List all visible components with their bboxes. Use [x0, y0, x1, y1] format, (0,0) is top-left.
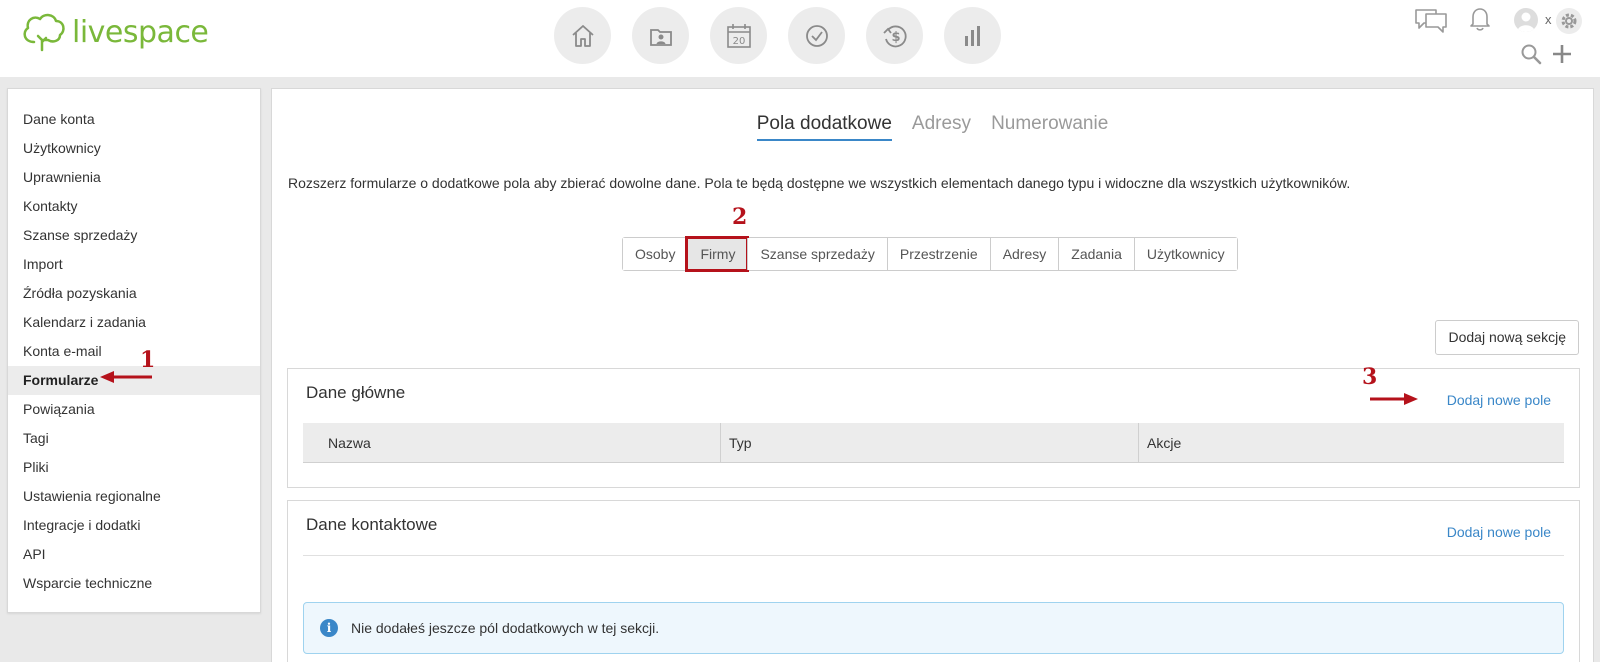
sidebar-item[interactable]: API	[8, 540, 260, 569]
logo[interactable]: livespace	[20, 12, 209, 52]
settings-sidebar: Dane konta Użytkownicy Uprawnienia Kontakty…	[7, 88, 261, 613]
entity-type-selector: Osoby Firmy Szanse sprzedaży Przestrzenie Ad…	[622, 236, 1238, 272]
entity-type-button[interactable]: Szanse sprzedaży	[747, 238, 887, 270]
sidebar-item[interactable]: Kalendarz i zadania	[8, 308, 260, 337]
info-message: Nie dodałeś jeszcze pól dodatkowych w te…	[351, 620, 660, 636]
sidebar-item[interactable]: Szanse sprzedaży	[8, 221, 260, 250]
nav-contacts-button[interactable]	[632, 7, 689, 64]
search-icon[interactable]	[1519, 42, 1543, 66]
sidebar-item[interactable]: Dane konta	[8, 105, 260, 134]
nav-reports-button[interactable]	[944, 7, 1001, 64]
sidebar-menu: Dane konta Użytkownicy Uprawnienia Kontakty…	[8, 89, 260, 598]
add-field-link[interactable]: Dodaj nowe pole	[1447, 524, 1551, 540]
info-alert: i Nie dodałeś jeszcze pól dodatkowych w …	[303, 602, 1564, 654]
entity-type-button[interactable]: Osoby	[623, 238, 688, 270]
main-panel: Pola dodatkowe Adresy Numerowanie Rozszerz…	[271, 88, 1594, 662]
tabs: Pola dodatkowe Adresy Numerowanie	[272, 113, 1593, 141]
sidebar-item[interactable]: Pliki	[8, 453, 260, 482]
sidebar-item[interactable]: Użytkownicy	[8, 134, 260, 163]
sidebar-item[interactable]: Integracje i dodatki	[8, 511, 260, 540]
section-title: Dane kontaktowe	[306, 515, 438, 534]
home-icon	[571, 24, 594, 47]
section-contact-data: Dane kontaktowe Dodaj nowe pole i Nie do…	[287, 500, 1580, 662]
sidebar-item[interactable]: Źródła pozyskania	[8, 279, 260, 308]
calendar-icon: 20	[726, 23, 751, 48]
logo-text: livespace	[72, 15, 209, 50]
info-icon: i	[320, 619, 338, 637]
sidebar-item[interactable]: Wsparcie techniczne	[8, 569, 260, 598]
sidebar-item[interactable]: Import	[8, 250, 260, 279]
sidebar-item[interactable]: Powiązania	[8, 395, 260, 424]
calendar-day: 20	[732, 36, 745, 47]
nav-tasks-button[interactable]	[788, 7, 845, 64]
annotation-arrow-right-icon	[1370, 393, 1418, 405]
tab[interactable]: Numerowanie	[991, 113, 1108, 139]
column-header-actions[interactable]: Akcje	[1139, 423, 1564, 463]
column-header-type[interactable]: Typ	[721, 423, 1139, 463]
avatar[interactable]	[1514, 8, 1538, 32]
main-navigation: 20 $	[554, 7, 1001, 64]
top-bar: livespace 20 $ x	[0, 0, 1600, 77]
sidebar-item[interactable]: Konta e-mail	[8, 337, 260, 366]
annotation-number: 3	[1362, 364, 1378, 390]
entity-type-button[interactable]: Firmy	[685, 236, 750, 272]
bell-icon[interactable]	[1468, 6, 1492, 32]
gear-icon	[1561, 13, 1577, 29]
tasks-icon	[805, 24, 828, 47]
section-main-data: Dane główne Dodaj nowe pole Nazwa Typ Ak…	[287, 368, 1580, 488]
annotation-number: 2	[732, 204, 748, 230]
nav-home-button[interactable]	[554, 7, 611, 64]
tab[interactable]: Adresy	[912, 113, 971, 139]
entity-type-button[interactable]: Zadania	[1058, 238, 1134, 270]
fields-table-header: Nazwa Typ Akcje	[303, 423, 1564, 463]
annotation-arrow-left-icon	[100, 371, 152, 383]
entity-type-button[interactable]: Przestrzenie	[886, 238, 990, 270]
contacts-icon	[649, 28, 672, 46]
column-header-name[interactable]: Nazwa	[303, 423, 721, 463]
sidebar-item[interactable]: Tagi	[8, 424, 260, 453]
reports-icon	[964, 25, 980, 46]
divider	[303, 555, 1564, 556]
deals-icon: $	[882, 25, 907, 47]
description: Rozszerz formularze o dodatkowe pola aby…	[288, 175, 1351, 191]
tab[interactable]: Pola dodatkowe	[756, 113, 892, 141]
sidebar-item[interactable]: Kontakty	[8, 192, 260, 221]
svg-text:$: $	[891, 30, 900, 45]
user-icon	[1517, 12, 1535, 32]
sidebar-item[interactable]: Uprawnienia	[8, 163, 260, 192]
add-section-button[interactable]: Dodaj nową sekcję	[1435, 320, 1579, 355]
nav-deals-button[interactable]: $	[866, 7, 923, 64]
user-name[interactable]: x	[1545, 12, 1552, 27]
sidebar-item[interactable]: Ustawienia regionalne	[8, 482, 260, 511]
nav-calendar-button[interactable]: 20	[710, 7, 767, 64]
plus-icon[interactable]	[1550, 42, 1574, 66]
settings-button[interactable]	[1556, 8, 1582, 34]
chat-icon[interactable]	[1414, 8, 1448, 34]
tree-logo-icon	[23, 13, 65, 52]
entity-type-button[interactable]: Użytkownicy	[1133, 238, 1237, 270]
entity-type-button[interactable]: Adresy	[989, 238, 1059, 270]
add-field-link[interactable]: Dodaj nowe pole	[1447, 392, 1551, 408]
top-right-tools: x	[1370, 0, 1600, 77]
section-title: Dane główne	[306, 383, 406, 402]
